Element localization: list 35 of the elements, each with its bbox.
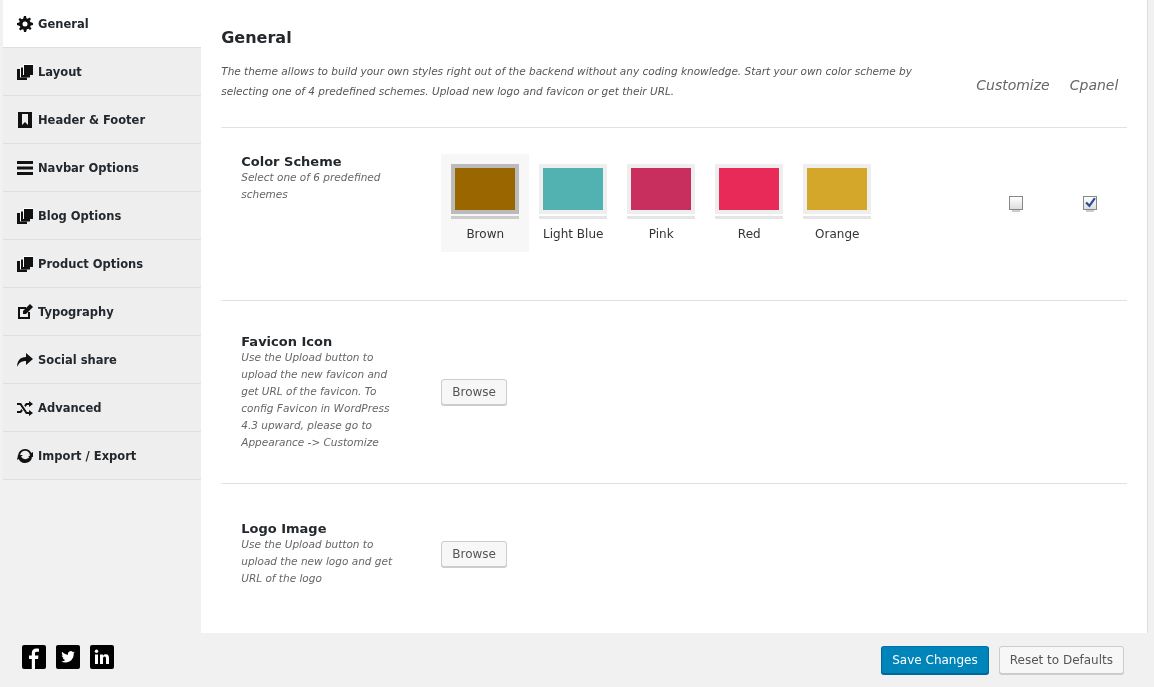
page-title: General (221, 28, 293, 47)
color-option[interactable]: Red (705, 154, 794, 252)
stacked-pages-icon (17, 207, 33, 224)
gear-icon (17, 15, 33, 32)
intro-text: The theme allows to build your own styles right out of the backend without any coding knowledge. Start your own color scheme by selecting one of 4 predefined schemes. Upload new logo and favicon or get their URL. (221, 64, 913, 99)
stacked-pages-icon (17, 63, 33, 80)
option-description: Use the Upload button to upload the new logo and get URL of the logo (241, 537, 394, 586)
browse-button[interactable]: Browse (441, 379, 507, 405)
stacked-pages-icon (17, 255, 33, 272)
option-description: Use the Upload button to upload the new favicon and get URL of the favicon. To config Favicon in WordPress 4.3 upward, please go to Appearance -> Customize (241, 349, 391, 450)
option-description: Select one of 6 predefined schemes (241, 170, 382, 202)
refresh-icon (17, 447, 33, 464)
shuffle-icon (17, 399, 33, 416)
reset-button[interactable]: Reset to Defaults (998, 646, 1124, 674)
column-label: Customize (976, 77, 1050, 93)
share-arrow-icon (17, 351, 33, 368)
color-option[interactable]: Orange (793, 154, 882, 252)
color-option[interactable]: Brown (441, 154, 530, 252)
option-title: Logo Image (241, 521, 328, 536)
save-button[interactable]: Save Changes (881, 646, 989, 674)
bookmark-icon (17, 111, 33, 128)
bars-icon (17, 159, 33, 176)
option-title: Favicon Icon (241, 333, 334, 349)
checkbox[interactable] (1083, 196, 1097, 210)
color-option[interactable]: Pink (617, 154, 706, 252)
sidebar-tab[interactable]: General (3, 0, 202, 48)
color-option[interactable]: Light Blue (529, 154, 618, 252)
column-label: Cpanel (1069, 77, 1119, 93)
option-title: Color Scheme (241, 154, 343, 169)
checkbox[interactable] (1009, 196, 1023, 210)
bird-icon[interactable] (56, 645, 80, 669)
browse-button[interactable]: Browse (441, 541, 507, 567)
linkedin-icon[interactable] (90, 645, 114, 669)
facebook-icon[interactable] (22, 645, 46, 669)
edit-icon (17, 303, 33, 320)
